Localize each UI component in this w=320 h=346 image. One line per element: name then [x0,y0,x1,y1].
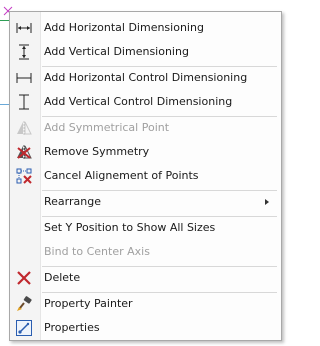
menu-item-label: Rearrange [44,195,101,208]
menu-item-label: Delete [44,271,81,284]
submenu-arrow-icon [265,199,269,205]
menu-item-add-horizontal-control-dimensioning[interactable]: Add Horizontal Control Dimensioning [12,67,279,89]
menu-item-label: Properties [44,321,100,334]
menu-item-label: Add Horizontal Dimensioning [44,21,204,34]
menu-item-property-painter[interactable]: Property Painter [12,293,279,315]
symmetry-icon [16,120,32,136]
properties-icon [16,320,32,336]
menu-item-add-horizontal-dimensioning[interactable]: Add Horizontal Dimensioning [12,17,279,39]
menu-item-label: Set Y Position to Show All Sizes [44,221,216,234]
horizontal-control-dimension-icon [16,70,32,86]
menu-item-add-vertical-dimensioning[interactable]: Add Vertical Dimensioning [12,41,279,63]
menu-item-delete[interactable]: Delete [12,267,279,289]
context-menu: Add Horizontal Dimensioning Add Vertical… [9,11,282,341]
menu-item-properties[interactable]: Properties [12,317,279,339]
horizontal-dimension-icon [16,20,32,36]
menu-item-label: Remove Symmetry [44,145,150,158]
menu-item-set-y-position[interactable]: Set Y Position to Show All Sizes [12,217,279,239]
menu-item-label: Add Vertical Control Dimensioning [44,95,233,108]
menu-item-cancel-alignment-of-points[interactable]: Cancel Alignement of Points [12,165,279,187]
remove-symmetry-icon [16,144,32,160]
cancel-alignment-icon [16,168,32,184]
menu-item-rearrange[interactable]: Rearrange [12,191,279,213]
menu-item-label: Add Horizontal Control Dimensioning [44,71,248,84]
property-painter-icon [16,296,32,312]
menu-item-label: Bind to Center Axis [44,245,150,258]
delete-icon [16,270,32,286]
menu-item-add-vertical-control-dimensioning[interactable]: Add Vertical Control Dimensioning [12,91,279,113]
menu-item-remove-symmetry[interactable]: Remove Symmetry [12,141,279,163]
vertical-control-dimension-icon [16,94,32,110]
menu-item-label: Add Vertical Dimensioning [44,45,189,58]
menu-item-label: Property Painter [44,297,133,310]
menu-item-label: Add Symmetrical Point [44,121,170,134]
menu-item-label: Cancel Alignement of Points [44,169,199,182]
menu-item-add-symmetrical-point: Add Symmetrical Point [12,117,279,139]
vertical-dimension-icon [16,44,32,60]
menu-item-bind-to-center-axis: Bind to Center Axis [12,241,279,263]
